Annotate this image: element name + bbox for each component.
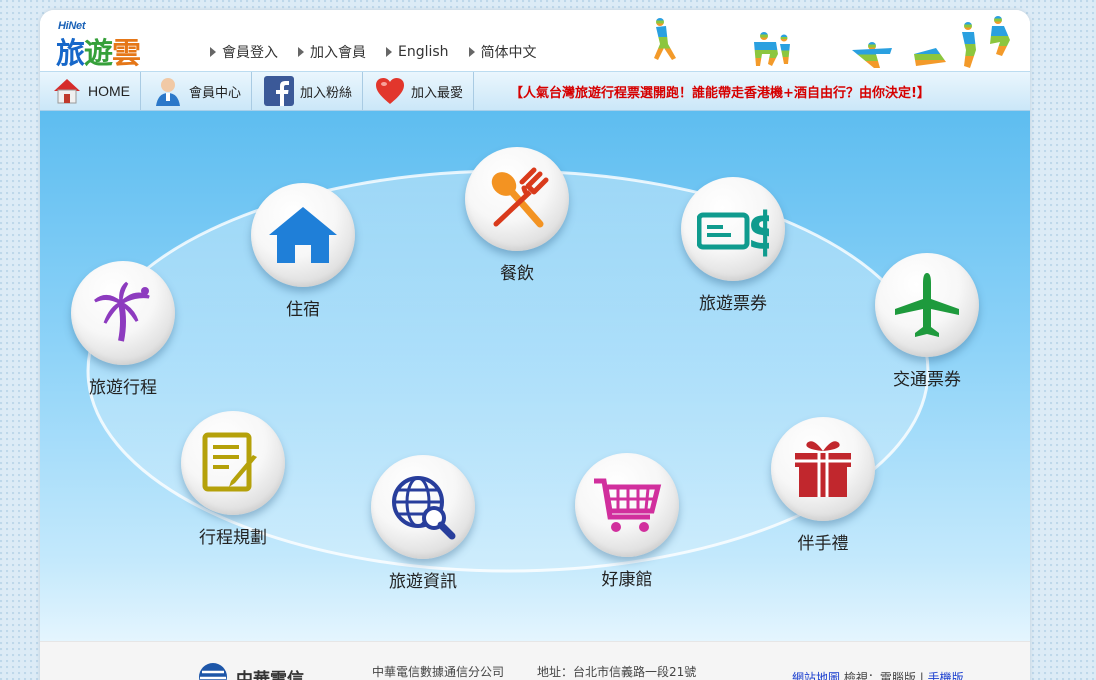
simplified-chinese-link[interactable]: 简体中文	[468, 42, 537, 62]
footer: 中華電信 中華電信數據通信分公司 地址：台北市信義路一段21號 網站地圖 檢視：…	[40, 641, 1030, 680]
house-icon	[269, 207, 337, 263]
main-menu-area: 旅遊行程 住宿 餐飲 $ 旅遊票券 交通票券 行程規劃 旅遊資訊 好康館 伴手禮	[40, 111, 1030, 641]
nav-member-center[interactable]: 會員中心	[141, 72, 253, 110]
menu-item-tour[interactable]: 旅遊行程	[58, 261, 188, 398]
join-member-link[interactable]: 加入會員	[298, 42, 366, 62]
ticket-icon: $	[697, 202, 769, 257]
header: HiNet 旅遊雲 會員登入 加入會員 English 简体中文	[40, 10, 1030, 71]
footer-separator: |	[919, 671, 924, 680]
airplane-icon	[895, 273, 959, 337]
member-login-link[interactable]: 會員登入	[210, 42, 278, 62]
footer-address: 地址：台北市信義路一段21號	[537, 665, 697, 679]
mobile-version-link[interactable]: 手機版	[928, 671, 964, 680]
menu-item-souvenirs[interactable]: 伴手禮	[758, 417, 888, 554]
menu-item-dining[interactable]: 餐飲	[452, 147, 582, 284]
menu-label: 好康館	[601, 570, 653, 590]
gift-icon	[795, 441, 851, 497]
footer-links: 網站地圖 檢視：電腦版 | 手機版	[792, 669, 964, 680]
menu-item-itinerary-planning[interactable]: 行程規劃	[168, 411, 298, 548]
heart-icon	[375, 76, 405, 106]
menu-label: 餐飲	[500, 264, 534, 284]
cht-logo-icon	[199, 663, 227, 680]
cht-logo[interactable]: 中華電信	[196, 662, 304, 680]
svg-text:$: $	[747, 202, 769, 257]
menu-label: 住宿	[286, 300, 320, 320]
menu-label: 旅遊資訊	[389, 572, 457, 592]
home-icon	[52, 76, 82, 106]
top-links: 會員登入 加入會員 English 简体中文	[210, 42, 557, 62]
nav-add-favorite[interactable]: 加入最愛	[363, 72, 475, 110]
decorative-figures-icon	[654, 16, 1010, 68]
spoon-fork-icon	[491, 167, 549, 228]
palm-tree-icon	[94, 281, 150, 342]
menu-item-travel-tickets[interactable]: $ 旅遊票券	[668, 177, 798, 314]
nav-bar: HOME 會員中心 加入粉絲 加入最愛 【人氣台灣旅遊行程票選開跑！誰能帶走香港…	[40, 71, 1030, 111]
nav-facebook-fans[interactable]: 加入粉絲	[252, 72, 364, 110]
menu-label: 交通票券	[893, 370, 961, 390]
menu-item-transport-tickets[interactable]: 交通票券	[862, 253, 992, 390]
nav-home[interactable]: HOME	[40, 72, 141, 110]
view-mode-label: 檢視：電腦版	[843, 671, 916, 680]
english-link[interactable]: English	[386, 42, 449, 62]
shopping-cart-icon	[594, 478, 662, 532]
member-icon	[153, 76, 183, 106]
menu-label: 旅遊票券	[699, 294, 767, 314]
globe-search-icon	[392, 476, 456, 540]
menu-label: 伴手禮	[797, 534, 849, 554]
announcement-link[interactable]: 【人氣台灣旅遊行程票選開跑！誰能帶走香港機+酒自由行？由你決定!】	[510, 82, 930, 101]
sitemap-link[interactable]: 網站地圖	[792, 671, 840, 680]
notepad-icon	[202, 432, 257, 492]
menu-label: 旅遊行程	[89, 378, 157, 398]
menu-item-travel-info[interactable]: 旅遊資訊	[358, 455, 488, 592]
facebook-icon	[264, 76, 295, 106]
footer-company: 中華電信數據通信分公司	[372, 665, 505, 679]
menu-item-lodging[interactable]: 住宿	[238, 183, 368, 320]
menu-item-deals[interactable]: 好康館	[562, 453, 692, 590]
logo-brand: 旅遊雲	[56, 36, 141, 70]
page-container: HiNet 旅遊雲 會員登入 加入會員 English 简体中文 HOME 會員…	[40, 10, 1030, 680]
menu-label: 行程規劃	[199, 528, 267, 548]
